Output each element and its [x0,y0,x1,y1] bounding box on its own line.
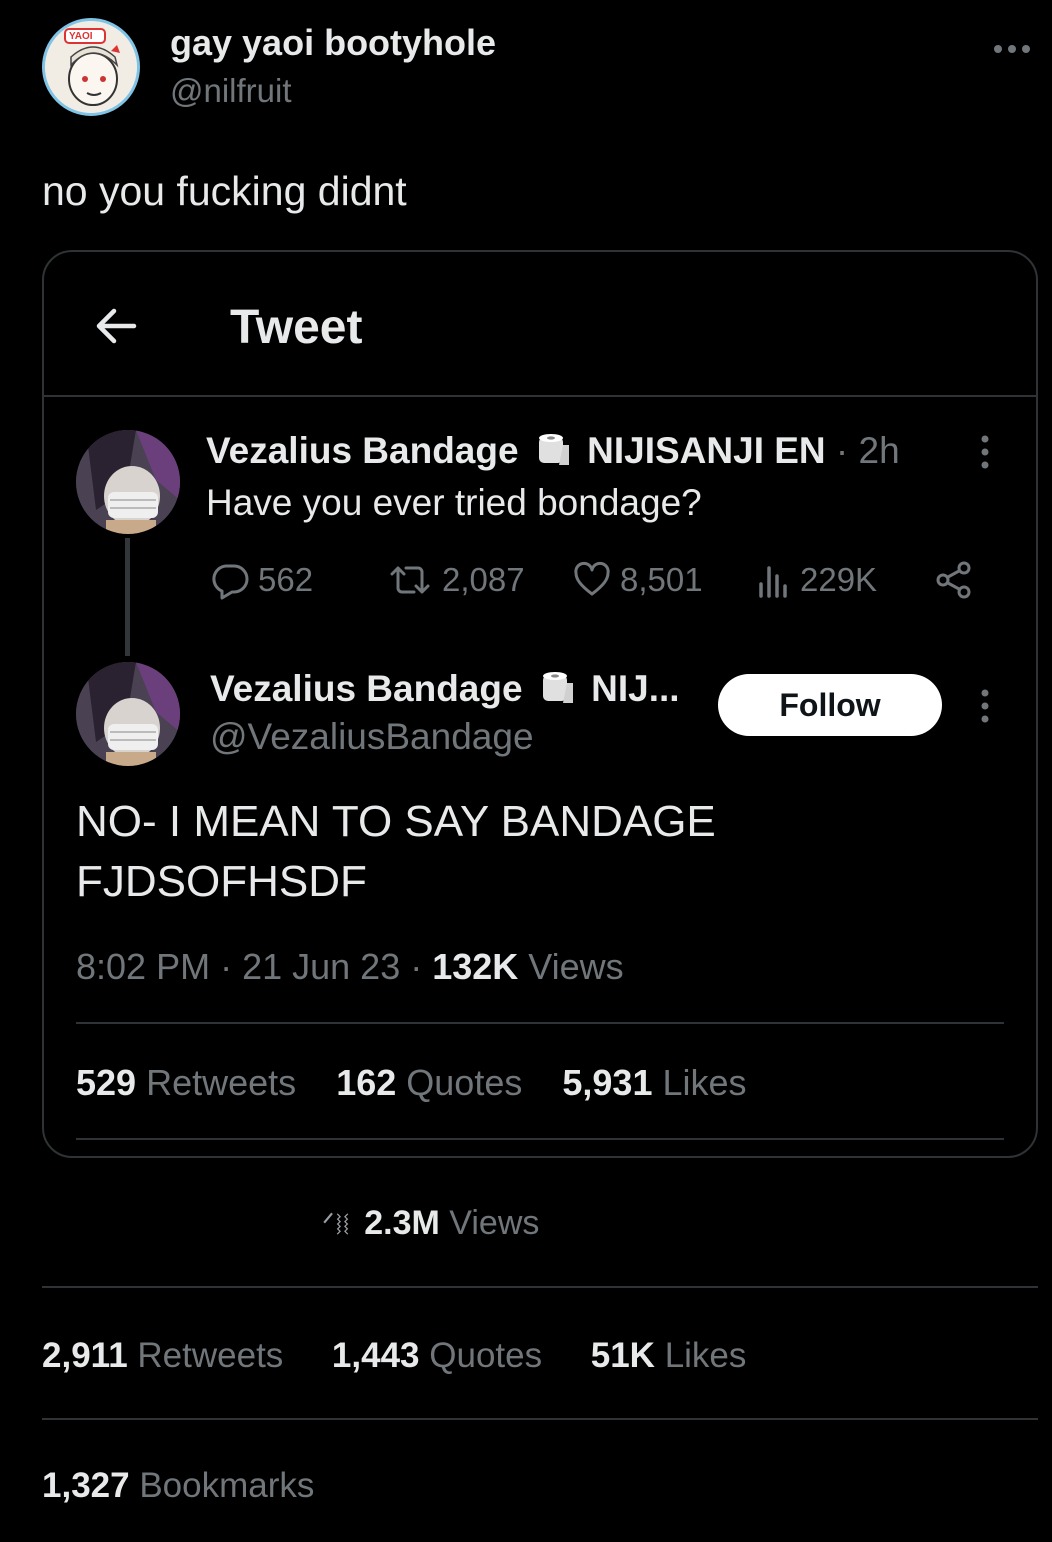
views-count: 229K [800,561,878,598]
affiliation: NIJ... [591,668,680,709]
tweet-header: Vezalius Bandage NIJ... [210,668,680,714]
avatar[interactable] [76,430,180,534]
tweet-date[interactable]: 21 Jun 23 [242,946,400,987]
retweets-count: 529 [76,1062,137,1103]
reply-count: 562 [258,561,314,598]
views-button[interactable]: 229K [756,560,877,600]
bookmarks-count: 1,327 [42,1466,130,1505]
reply-icon [212,564,249,600]
tweet-time[interactable]: 8:02 PM [76,946,210,987]
retweet-count: 2,087 [442,561,525,598]
avatar-illustration [76,662,180,766]
post-text: no you fucking didnt [42,168,407,214]
tweet-text-line: FJDSOFHSDF [76,857,367,906]
retweets-stat[interactable]: 529 Retweets [76,1062,296,1103]
divider [42,1418,1038,1420]
views-count: 2.3M [364,1204,440,1242]
more-vertical-icon[interactable] [975,434,995,470]
tweet-text-line: NO- I MEAN TO SAY BANDAGE [76,797,716,846]
bookmarks-stat[interactable]: 1,327 Bookmarks [42,1466,314,1506]
like-button[interactable]: 8,501 [572,560,703,600]
retweets-count: 2,911 [42,1336,128,1375]
quotes-label: Quotes [406,1062,523,1103]
arrow-left-icon[interactable] [92,302,140,350]
views-label: Views [528,946,624,987]
retweets-label: Retweets [137,1336,284,1375]
quotes-count: 1,443 [331,1336,420,1375]
reply-button[interactable]: 562 [210,560,313,600]
divider [76,1022,1004,1024]
retweet-button[interactable]: 2,087 [386,560,525,600]
retweets-stat[interactable]: 2,911 Retweets [42,1336,283,1375]
like-count: 8,501 [620,561,703,598]
tweet-text: NO- I MEAN TO SAY BANDAGE FJDSOFHSDF [76,792,956,912]
avatar-illustration [76,430,180,534]
views-count: 132K [432,946,519,987]
likes-stat[interactable]: 5,931 Likes [562,1062,746,1103]
post-views: ᐟ⧘⧙ 2.3M Views [322,1204,539,1243]
tweet-text: Have you ever tried bondage? [206,482,702,523]
divider [42,1286,1038,1288]
more-vertical-icon[interactable] [975,688,995,724]
likes-count: 5,931 [562,1062,653,1103]
screen-title: Tweet [230,301,363,354]
post-stats: 2,911 Retweets 1,443 Quotes 51K Likes [42,1336,746,1376]
tweet-stats: 529 Retweets 162 Quotes 5,931 Likes [76,1062,747,1104]
quotes-label: Quotes [429,1336,543,1375]
likes-label: Likes [662,1062,747,1103]
author-display-name[interactable]: gay yaoi bootyhole [170,22,496,64]
avatar[interactable]: YAOI [42,18,140,116]
follow-button[interactable]: Follow [718,674,942,736]
author-handle[interactable]: @nilfruit [170,72,292,110]
quotes-count: 162 [336,1062,397,1103]
divider [76,1138,1004,1140]
author-name[interactable]: Vezalius Bandage [210,668,523,709]
bookmarks-label: Bookmarks [139,1466,315,1505]
likes-stat[interactable]: 51K Likes [591,1336,747,1375]
thread-connector [125,538,130,656]
tweet-meta: 8:02 PM · 21 Jun 23 · 132K Views [76,946,624,987]
tweet-header: Vezalius Bandage NIJISANJI EN · 2h [206,430,900,476]
likes-label: Likes [664,1336,747,1375]
affiliation: NIJISANJI EN [587,430,826,471]
avatar[interactable] [76,662,180,766]
author-handle[interactable]: @VezaliusBandage [210,716,534,758]
quotes-stat[interactable]: 1,443 Quotes [332,1336,542,1375]
retweets-label: Retweets [146,1062,297,1103]
analytics-icon [759,566,787,598]
views-label: Views [449,1204,540,1242]
retweet-icon [390,566,430,594]
glitch-artifact: ᐟ⧘⧙ [322,1208,351,1241]
toilet-paper-icon [535,431,571,476]
separator: · [825,430,859,471]
divider [44,395,1036,397]
heart-icon [574,561,610,596]
tweet-time[interactable]: 2h [859,430,900,471]
share-icon[interactable] [934,560,974,605]
author-name[interactable]: Vezalius Bandage [206,430,519,471]
quotes-stat[interactable]: 162 Quotes [336,1062,522,1103]
more-horizontal-icon[interactable] [992,26,1032,65]
likes-count: 51K [590,1336,655,1375]
avatar-badge-text: YAOI [69,31,93,42]
toilet-paper-icon [539,669,575,714]
